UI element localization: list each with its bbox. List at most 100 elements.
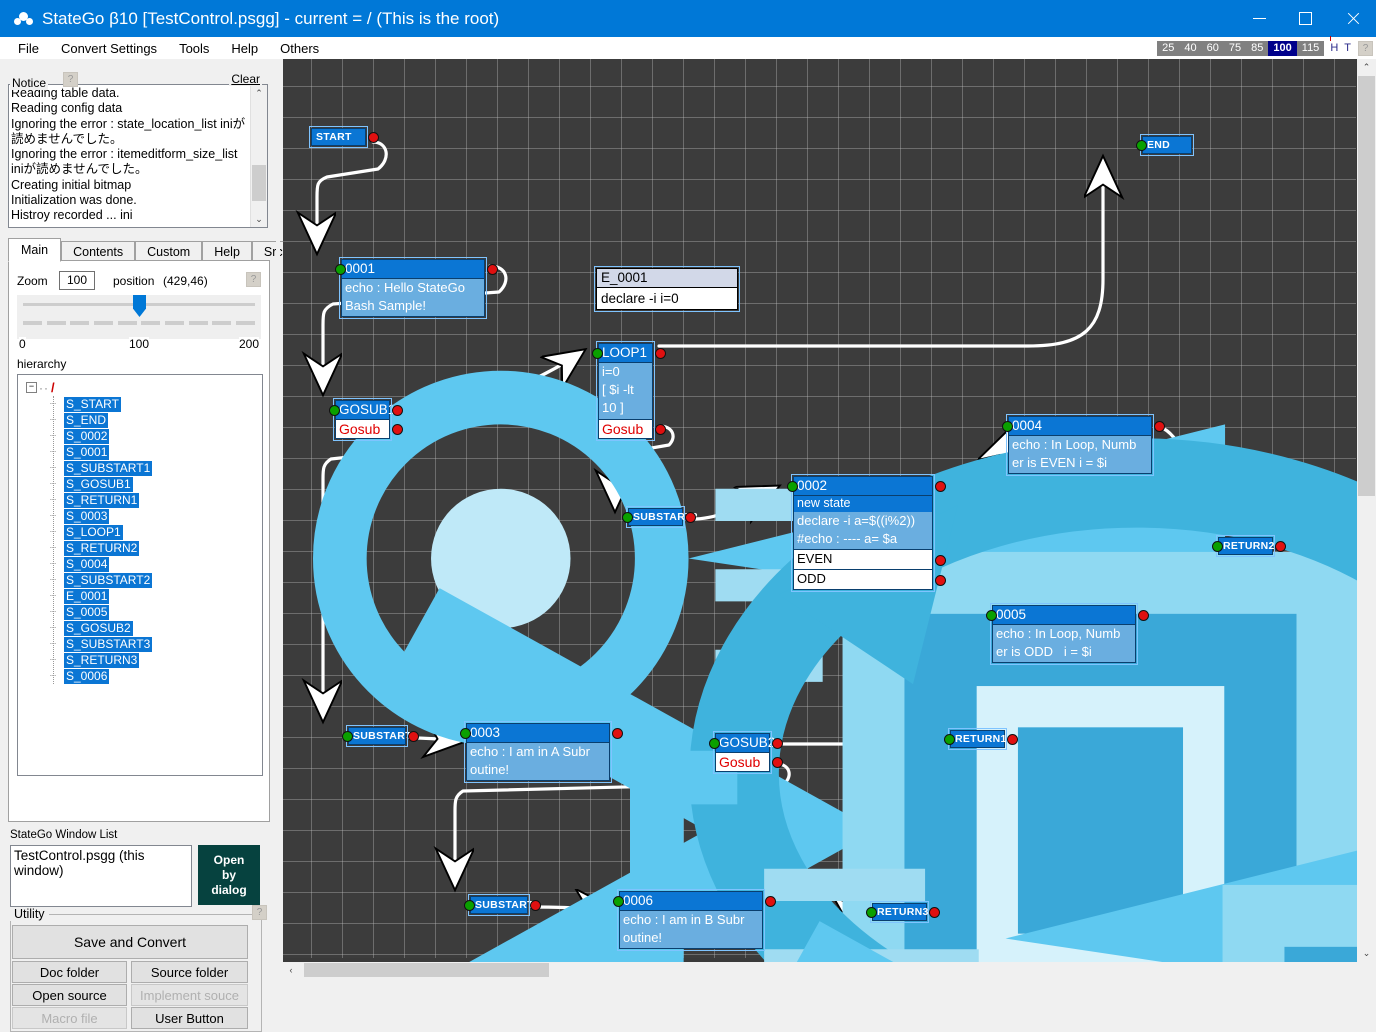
close-button[interactable] xyxy=(1328,0,1376,37)
tree-item-label[interactable]: S_RETURN2 xyxy=(64,541,139,556)
node-n0005-output-port[interactable] xyxy=(1138,610,1149,621)
tab-main[interactable]: Main xyxy=(8,238,61,262)
node-loop1-input-port[interactable] xyxy=(592,348,603,359)
node-loop1-output-port[interactable] xyxy=(655,348,666,359)
menu-item-convert-settings[interactable]: Convert Settings xyxy=(50,39,168,58)
doc-folder-button[interactable]: Doc folder xyxy=(12,961,127,983)
node-n0004-output-port[interactable] xyxy=(1154,421,1165,432)
node-gosub1-input-port[interactable] xyxy=(329,405,340,416)
node-return2-input-port[interactable] xyxy=(1212,541,1223,552)
node-n0001-output-port[interactable] xyxy=(487,264,498,275)
node-return3-input-port[interactable] xyxy=(866,907,877,918)
node-gosub2-input-port[interactable] xyxy=(709,738,720,749)
tree-item-label[interactable]: S_RETURN1 xyxy=(64,493,139,508)
tree-item[interactable]: ┈S_0001 xyxy=(50,444,152,460)
node-gosub-row[interactable]: Gosub xyxy=(598,420,653,439)
node-gosub1-gosub-port[interactable] xyxy=(392,424,403,435)
horizontal-scroll-thumb[interactable] xyxy=(304,963,549,977)
tree-item[interactable]: ┈S_END xyxy=(50,412,152,428)
zoom-preset-75[interactable]: 75 xyxy=(1224,41,1246,56)
tree-item-label[interactable]: S_0005 xyxy=(64,605,109,620)
node-substart1-output-port[interactable] xyxy=(408,731,419,742)
save-and-convert-button[interactable]: Save and Convert xyxy=(12,925,248,959)
tree-item[interactable]: ┈S_GOSUB2 xyxy=(50,620,152,636)
node-n0002[interactable]: 0002new statedeclare -i a=$((i%2)) #echo… xyxy=(793,476,933,590)
user-button-button[interactable]: User Button xyxy=(131,1007,248,1029)
tree-item-label[interactable]: S_SUBSTART2 xyxy=(64,573,152,588)
node-loop1-gosub-port[interactable] xyxy=(655,424,666,435)
zoom-slider-thumb[interactable] xyxy=(133,295,146,317)
node-gosub2-gosub-port[interactable] xyxy=(772,757,783,768)
tree-item[interactable]: ┈E_0001 xyxy=(50,588,152,604)
node-e0001[interactable]: E_0001declare -i i=0 xyxy=(596,268,738,310)
node-n0005-input-port[interactable] xyxy=(986,610,997,621)
node-gosub1-output-port[interactable] xyxy=(392,405,403,416)
menu-item-file[interactable]: File xyxy=(12,39,50,58)
tree-item-label[interactable]: S_GOSUB1 xyxy=(64,477,133,492)
zoom-preset-100[interactable]: 100 xyxy=(1268,41,1296,56)
node-n0003-input-port[interactable] xyxy=(460,728,471,739)
menu-item-tools[interactable]: Tools xyxy=(168,39,220,58)
node-end[interactable]: END xyxy=(1142,136,1192,154)
node-gosub2-output-port[interactable] xyxy=(772,738,783,749)
tree-item-label[interactable]: S_GOSUB2 xyxy=(64,621,133,636)
tree-item-label[interactable]: S_0004 xyxy=(64,557,109,572)
tree-item[interactable]: ┈S_SUBSTART1 xyxy=(50,460,152,476)
window-list-item[interactable]: TestControl.psgg (this window) xyxy=(14,848,191,878)
open-source-button[interactable]: Open source xyxy=(12,984,127,1006)
node-n0002-output-port[interactable] xyxy=(935,481,946,492)
tree-root-node[interactable]: − ·· / xyxy=(26,380,55,395)
notice-help-icon[interactable]: ? xyxy=(63,72,78,87)
node-substart1[interactable]: SUBSTART1 xyxy=(348,727,406,745)
node-gosub-row[interactable]: Gosub xyxy=(335,420,390,439)
node-start[interactable]: START xyxy=(311,128,366,146)
node-n0001-input-port[interactable] xyxy=(335,264,346,275)
tree-item[interactable]: ┈S_0002 xyxy=(50,428,152,444)
source-folder-button[interactable]: Source folder xyxy=(131,961,248,983)
node-n0004[interactable]: 0004echo : In Loop, Numb er is EVEN i = … xyxy=(1008,416,1152,474)
node-substart3-output-port[interactable] xyxy=(530,900,541,911)
tree-expander-icon[interactable]: − xyxy=(26,382,37,393)
tree-item-label[interactable]: S_RETURN3 xyxy=(64,653,139,668)
node-n0001[interactable]: 0001echo : Hello StateGo Bash Sample! xyxy=(341,259,485,317)
tree-item[interactable]: ┈S_RETURN1 xyxy=(50,492,152,508)
node-branch-even[interactable]: EVEN xyxy=(793,550,933,570)
tree-item-label[interactable]: S_LOOP1 xyxy=(64,525,123,540)
maximize-button[interactable] xyxy=(1282,0,1328,37)
zoom-preset-115[interactable]: 115 xyxy=(1297,41,1325,56)
zoom-preset-h[interactable]: H xyxy=(1324,41,1341,56)
zoom-preset-60[interactable]: 60 xyxy=(1202,41,1224,56)
tree-item-label[interactable]: S_SUBSTART3 xyxy=(64,637,152,652)
notice-scrollbar[interactable]: ⌃ ⌄ xyxy=(250,85,267,227)
node-return2[interactable]: RETURN2 xyxy=(1218,537,1273,555)
node-end-input-port[interactable] xyxy=(1136,140,1147,151)
node-n0006-input-port[interactable] xyxy=(613,896,624,907)
node-substart3[interactable]: SUBSTART3 xyxy=(470,896,528,914)
notice-clear-link[interactable]: Clear xyxy=(229,72,262,86)
horizontal-scroll-track[interactable] xyxy=(299,962,1360,978)
node-n0002-input-port[interactable] xyxy=(787,481,798,492)
tree-item[interactable]: ┈S_0005 xyxy=(50,604,152,620)
scroll-left-icon[interactable]: ‹ xyxy=(283,962,299,978)
node-return1[interactable]: RETURN1 xyxy=(950,730,1005,748)
notice-scroll-down-icon[interactable]: ⌄ xyxy=(251,211,267,227)
node-branch-odd[interactable]: ODD xyxy=(793,570,933,590)
node-n0005[interactable]: 0005echo : In Loop, Numb er is ODD i = $… xyxy=(992,605,1136,663)
tree-item[interactable]: ┈S_RETURN3 xyxy=(50,652,152,668)
node-return3-output-port[interactable] xyxy=(929,907,940,918)
hierarchy-tree[interactable]: − ·· / ┈S_START┈S_END┈S_0002┈S_0001┈S_SU… xyxy=(17,374,263,776)
node-return3[interactable]: RETURN3 xyxy=(872,903,927,921)
diagram-canvas[interactable]: START END 0001echo : Hello StateGo Bash Sa… xyxy=(283,59,1356,958)
node-gosub1[interactable]: GOSUB1Gosub xyxy=(335,400,390,439)
tree-item[interactable]: ┈S_0006 xyxy=(50,668,152,684)
main-tab-help-icon[interactable]: ? xyxy=(246,272,261,287)
menu-help-icon[interactable]: ? xyxy=(1358,41,1373,56)
node-n0003[interactable]: 0003echo : I am in A Subr outine! xyxy=(466,723,610,781)
tree-item-label[interactable]: S_0006 xyxy=(64,669,109,684)
node-substart2-output-port[interactable] xyxy=(685,512,696,523)
node-return1-output-port[interactable] xyxy=(1007,734,1018,745)
canvas-vertical-scrollbar[interactable]: ⌃ ⌄ xyxy=(1357,59,1376,962)
node-substart2[interactable]: SUBSTART2 xyxy=(628,508,683,526)
notice-scroll-up-icon[interactable]: ⌃ xyxy=(251,85,267,101)
zoom-preset-t[interactable]: T xyxy=(1341,41,1354,56)
